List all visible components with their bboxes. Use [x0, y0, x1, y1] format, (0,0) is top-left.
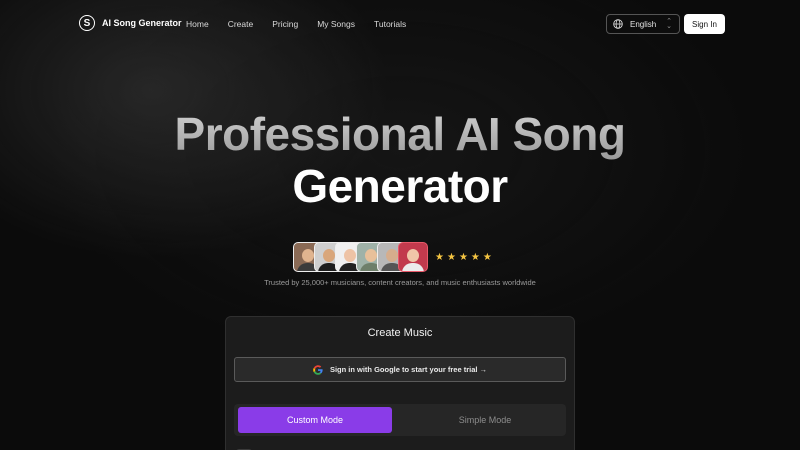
nav-link-my-songs[interactable]: My Songs	[317, 19, 355, 29]
nav-link-home[interactable]: Home	[186, 19, 209, 29]
nav-link-pricing[interactable]: Pricing	[272, 19, 298, 29]
hero-title: Professional AI Song Generator	[0, 108, 800, 212]
avatar	[398, 242, 428, 272]
tab-simple-mode[interactable]: Simple Mode	[408, 407, 562, 433]
star-icon: ★	[470, 251, 480, 263]
language-label: English	[630, 19, 657, 29]
brand-name: AI Song Generator	[102, 18, 182, 28]
rating-stars: ★ ★ ★ ★ ★	[435, 252, 495, 263]
star-icon: ★	[446, 251, 456, 263]
nav-link-create[interactable]: Create	[228, 19, 254, 29]
nav-links: Home Create Pricing My Songs Tutorials	[186, 19, 425, 29]
nav-link-tutorials[interactable]: Tutorials	[374, 19, 406, 29]
tab-custom-mode[interactable]: Custom Mode	[238, 407, 392, 433]
hero-title-line2: Generator	[292, 160, 508, 212]
create-music-card: Create Music Sign in with Google to star…	[225, 316, 575, 450]
trusted-text: Trusted by 25,000+ musicians, content cr…	[264, 278, 536, 287]
hero-title-line1: Professional AI Song	[0, 108, 800, 160]
language-select[interactable]: English ⌃ ⌄	[606, 14, 680, 34]
globe-icon	[613, 19, 623, 29]
card-title: Create Music	[367, 327, 433, 339]
google-button-label: Sign in with Google to start your free t…	[329, 365, 488, 374]
mode-toggle: Custom Mode Simple Mode	[234, 404, 566, 436]
social-proof: ★ ★ ★ ★ ★	[293, 241, 495, 273]
google-sign-in-button[interactable]: Sign in with Google to start your free t…	[234, 357, 566, 382]
chevron-updown-icon: ⌃ ⌄	[666, 18, 672, 30]
star-icon: ★	[458, 251, 468, 263]
logo-icon: S	[79, 15, 95, 31]
star-icon: ★	[482, 251, 492, 263]
top-navbar: S AI Song Generator Home Create Pricing …	[0, 0, 800, 48]
sign-in-button[interactable]: Sign In	[684, 14, 725, 34]
brand-logo[interactable]: S AI Song Generator	[79, 15, 182, 31]
google-icon	[313, 364, 323, 375]
star-icon: ★	[435, 251, 444, 263]
